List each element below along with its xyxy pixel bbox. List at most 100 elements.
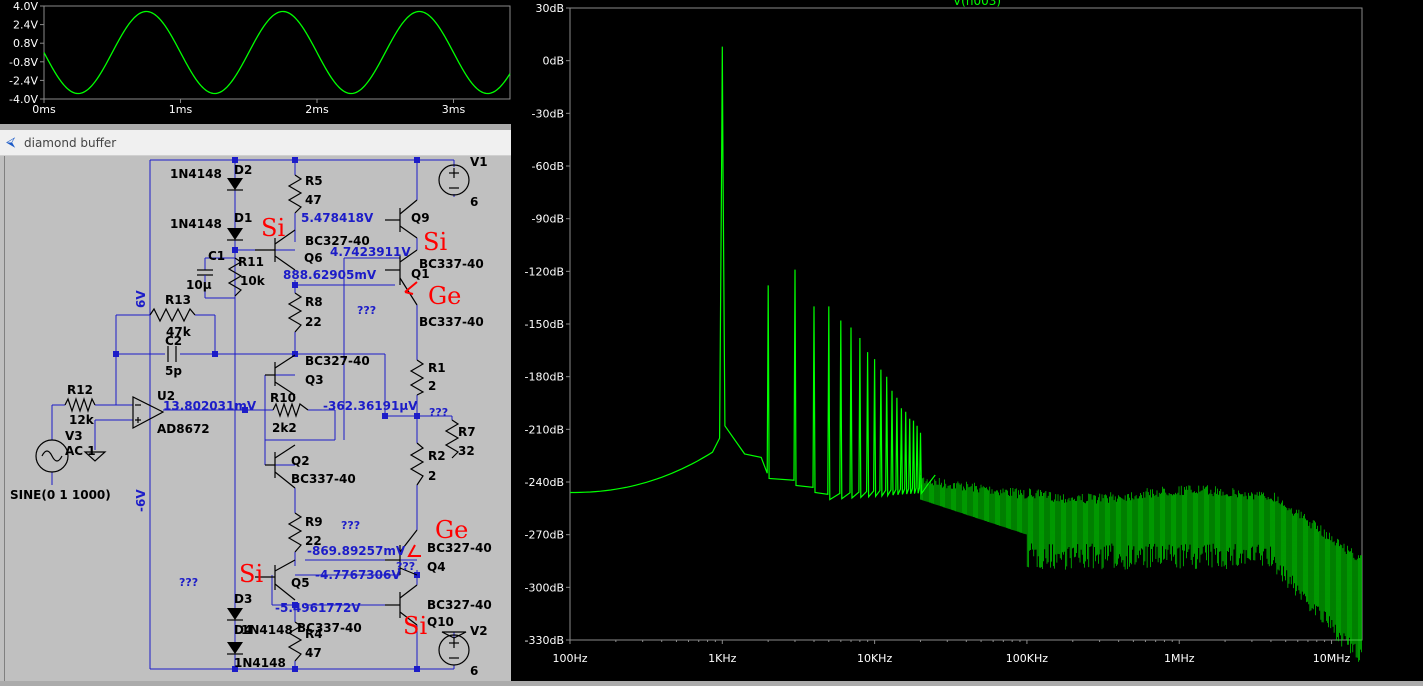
svg-text:R8: R8 — [305, 295, 323, 309]
waveform-x-tick-label: 2ms — [305, 103, 329, 116]
svg-text:D3: D3 — [234, 592, 252, 606]
fft-plot: V(n003) 30dB 0dB -30dB -60dB -90dB -120dB -150… — [525, 0, 1363, 665]
svg-text:12k: 12k — [69, 413, 95, 427]
svg-text:Q3: Q3 — [305, 373, 324, 387]
resistor-R13[interactable] — [149, 307, 196, 323]
svg-text:R5: R5 — [305, 174, 323, 188]
svg-text:Q10: Q10 — [427, 615, 454, 629]
svg-text:1N4148: 1N4148 — [241, 623, 293, 637]
schematic-icon: ⮘ — [6, 135, 16, 150]
fft-y-tick-label: -300dB — [525, 581, 565, 594]
fft-y-tick-label: 30dB — [535, 2, 564, 15]
svg-text:-6V: -6V — [134, 489, 148, 512]
capacitor-C2[interactable] — [167, 346, 177, 362]
svg-text:2k2: 2k2 — [272, 421, 297, 435]
fft-x-tick-label: 1MHz — [1164, 652, 1195, 665]
schematic-drawing: .w { stroke:#1c1cc8; stroke-width:1; fil… — [10, 155, 492, 678]
svg-text:-362.36191µV: -362.36191µV — [323, 399, 418, 413]
svg-text:V2: V2 — [470, 624, 488, 638]
fft-y-tick-label: -270dB — [525, 529, 565, 542]
waveform-plot: 4.0V2.4V0.8V-0.8V-2.4V-4.0V 0ms 1ms 2ms 3ms — [9, 0, 511, 116]
svg-text:Si: Si — [239, 560, 263, 588]
fft-y-tick-label: -180dB — [525, 371, 565, 384]
svg-text:47: 47 — [305, 193, 322, 207]
fft-plot-pane[interactable]: V(n003) 30dB 0dB -30dB -60dB -90dB -120dB -150… — [511, 0, 1423, 681]
svg-text:10k: 10k — [240, 274, 266, 288]
resistor-R7[interactable] — [444, 419, 460, 459]
fft-x-tick-label: 100Hz — [552, 652, 587, 665]
svg-text:???: ??? — [429, 406, 448, 419]
resistor-R1[interactable] — [409, 359, 425, 396]
waveform-trace — [43, 10, 511, 95]
svg-text:C2: C2 — [165, 334, 182, 348]
waveform-y-tick-label: -2.4V — [9, 74, 38, 87]
svg-text:V1: V1 — [470, 156, 488, 169]
svg-text:2: 2 — [428, 379, 436, 393]
fft-trace-label[interactable]: V(n003) — [953, 0, 1001, 8]
svg-text:BC327-40: BC327-40 — [305, 354, 370, 368]
svg-text:-4.7767306V: -4.7767306V — [315, 568, 401, 582]
svg-text:1N4148: 1N4148 — [170, 167, 222, 181]
svg-text:R10: R10 — [270, 391, 296, 405]
schematic-window: ⮘ diamond buffer .w { stroke:#1c1cc8; st… — [0, 130, 511, 681]
svg-text:-869.89257mV: -869.89257mV — [307, 544, 406, 558]
fft-y-tick-label: -210dB — [525, 423, 565, 436]
svg-text:Q5: Q5 — [291, 576, 310, 590]
voltage-source-V2[interactable] — [438, 634, 470, 666]
svg-text:6: 6 — [470, 195, 478, 209]
svg-text:BC327-40: BC327-40 — [427, 598, 492, 612]
resistor-R12[interactable] — [64, 397, 96, 413]
fft-y-tick-label: -120dB — [525, 265, 565, 278]
svg-text:R2: R2 — [428, 449, 446, 463]
svg-text:BC337-40: BC337-40 — [419, 315, 484, 329]
svg-text:R9: R9 — [305, 515, 323, 529]
voltage-source-V1[interactable] — [438, 164, 470, 196]
waveform-plot-frame — [43, 5, 511, 100]
resistor-R10[interactable] — [272, 402, 309, 418]
svg-text:Si: Si — [403, 612, 427, 640]
svg-text:6: 6 — [470, 664, 478, 678]
fft-y-tick-label: 0dB — [542, 55, 564, 68]
fft-x-tick-label: 10MHz — [1313, 652, 1351, 665]
svg-text:C1: C1 — [208, 249, 225, 263]
svg-text:47: 47 — [305, 646, 322, 660]
fft-x-tick-label: 100KHz — [1006, 652, 1048, 665]
svg-text:R4: R4 — [305, 627, 323, 641]
diode-D2[interactable] — [227, 178, 243, 191]
diode-D4[interactable] — [227, 642, 243, 655]
resistor-R8[interactable] — [287, 292, 303, 333]
waveform-plot-pane[interactable]: 4.0V 2.4V 0.8V -0.8V -2.4V -4.0V 0ms 1ms 2ms 3ms — [0, 0, 511, 124]
svg-text:1N4148: 1N4148 — [234, 656, 286, 670]
svg-text:???: ??? — [341, 519, 360, 532]
svg-text:R13: R13 — [165, 293, 191, 307]
svg-text:AD8672: AD8672 — [157, 422, 210, 436]
svg-text:Q4: Q4 — [427, 560, 446, 574]
fft-noise-floor — [920, 475, 1362, 662]
fft-y-tick-label: -30dB — [532, 107, 565, 120]
svg-text:32: 32 — [458, 444, 475, 458]
svg-text:-5.4961772V: -5.4961772V — [275, 601, 361, 615]
diode-D1[interactable] — [227, 228, 243, 241]
fft-y-tick-label: -90dB — [532, 213, 565, 226]
fft-x-tick-label: 10KHz — [857, 652, 892, 665]
waveform-y-tick-label: 2.4V — [13, 19, 38, 32]
svg-text:Q9: Q9 — [411, 211, 430, 225]
fft-y-tick-label: -240dB — [525, 476, 565, 489]
diode-D3[interactable] — [227, 608, 243, 621]
resistor-R2[interactable] — [409, 442, 425, 486]
resistor-R9[interactable] — [287, 512, 303, 553]
svg-text:22: 22 — [305, 315, 322, 329]
svg-text:Q2: Q2 — [291, 454, 310, 468]
svg-text:1N4148: 1N4148 — [170, 217, 222, 231]
svg-text:888.62905mV: 888.62905mV — [283, 268, 377, 282]
fft-y-tick-label: -330dB — [525, 634, 565, 647]
schematic-titlebar[interactable]: ⮘ diamond buffer — [0, 130, 511, 156]
resistor-R5[interactable] — [287, 174, 303, 214]
voltage-source-V3[interactable] — [35, 439, 69, 473]
waveform-x-tick-label: 3ms — [442, 103, 466, 116]
svg-text:Ge: Ge — [435, 516, 468, 544]
fft-plot-frame — [569, 7, 1363, 641]
svg-text:D2: D2 — [234, 163, 252, 177]
svg-text:???: ??? — [396, 560, 415, 573]
schematic-canvas[interactable]: .w { stroke:#1c1cc8; stroke-width:1; fil… — [4, 155, 511, 681]
